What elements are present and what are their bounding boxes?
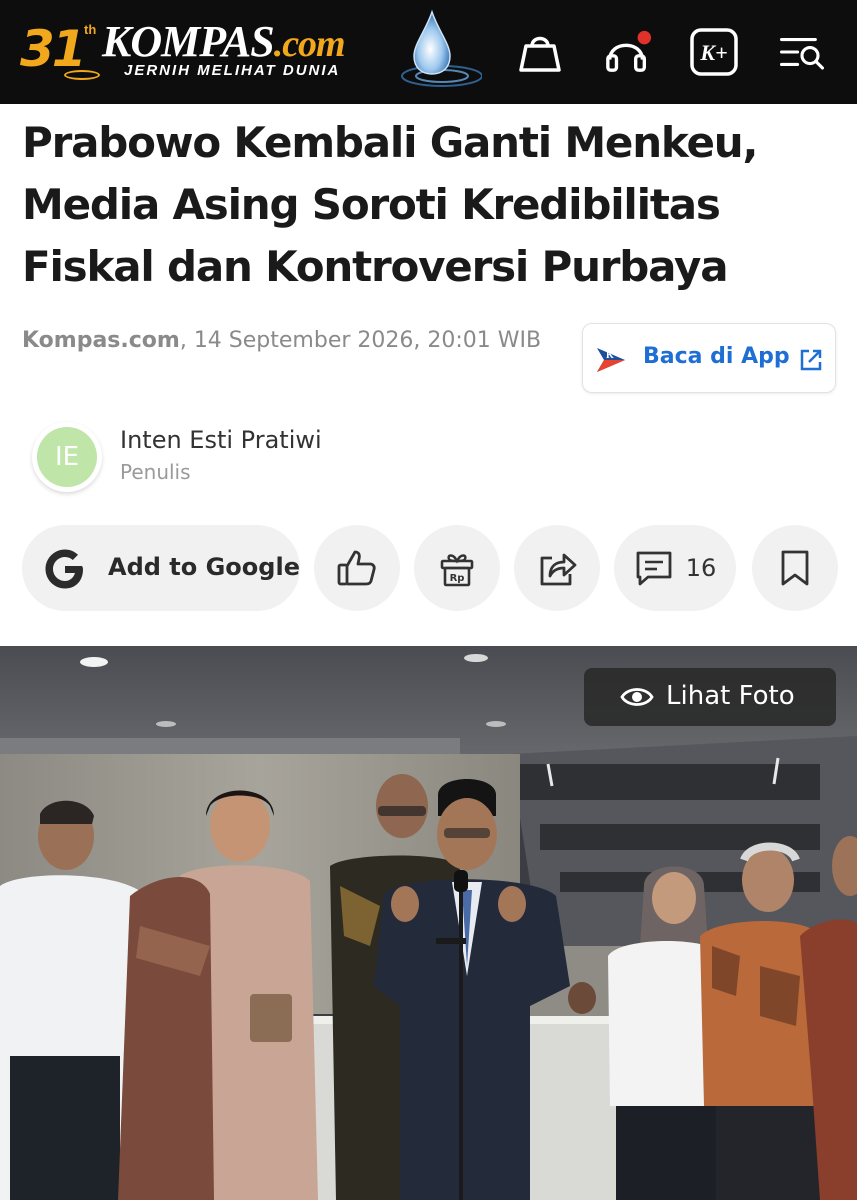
menu-search-button[interactable] — [778, 28, 826, 76]
external-link-icon — [800, 349, 822, 371]
eye-icon — [620, 688, 654, 706]
article-datetime: , 14 September 2026, 20:01 WIB — [179, 328, 542, 353]
brand-tagline: JERNIH MELIHAT DUNIA — [124, 62, 341, 79]
view-photo-button[interactable]: Lihat Foto — [584, 668, 836, 726]
kompas-plus-button[interactable]: K+ — [690, 28, 738, 76]
comment-count: 16 — [685, 554, 717, 582]
author-avatar[interactable]: IE — [32, 422, 102, 492]
article-photo[interactable] — [0, 646, 857, 1200]
headphones-icon — [606, 30, 652, 72]
article-meta: Kompas.com, 14 September 2026, 20:01 WIB — [22, 324, 552, 358]
svg-text:K: K — [606, 350, 614, 361]
google-icon — [45, 549, 83, 589]
brand-suffix: .com — [273, 23, 346, 65]
view-photo-label: Lihat Foto — [666, 681, 795, 711]
kompas-plus-icon: K+ — [690, 28, 738, 76]
bookmark-button[interactable] — [752, 525, 838, 611]
gift-rp-icon: Rp — [440, 554, 474, 587]
notification-dot — [637, 30, 652, 45]
author-name[interactable]: Inten Esti Pratiwi — [120, 426, 322, 454]
brand-name: KOMPAS.com — [102, 17, 346, 66]
anniversary-suffix: th — [84, 22, 97, 37]
menu-search-icon — [780, 38, 824, 70]
water-drop-icon — [401, 9, 482, 87]
kompas-app-logo-icon: K — [597, 348, 625, 372]
shopping-bag-icon — [519, 36, 561, 72]
gift-button[interactable]: Rp — [414, 525, 500, 611]
add-to-google-label: Add to Google — [108, 553, 300, 581]
author-initials: IE — [37, 427, 97, 487]
author-role: Penulis — [120, 460, 191, 484]
share-button[interactable] — [514, 525, 600, 611]
article-source[interactable]: Kompas.com — [22, 328, 180, 353]
svg-text:K+: K+ — [699, 40, 727, 65]
shop-button[interactable] — [516, 28, 564, 76]
like-button[interactable] — [314, 525, 400, 611]
comment-icon — [636, 551, 672, 586]
site-header: 31 th KOMPAS.com JERNIH MELIHAT DUNIA K+ — [0, 0, 857, 104]
bookmark-icon — [781, 550, 809, 586]
kompas-logo[interactable]: 31 th KOMPAS.com JERNIH MELIHAT DUNIA — [20, 8, 490, 98]
add-to-google-button[interactable]: Add to Google — [22, 525, 300, 611]
comments-button[interactable]: 16 — [614, 525, 736, 611]
anniversary-number: 31 — [20, 20, 87, 78]
audio-button[interactable] — [604, 28, 652, 76]
share-icon — [540, 553, 577, 586]
anniversary-ring — [64, 70, 100, 80]
brand-main: KOMPAS — [102, 17, 275, 66]
thumbs-up-icon — [337, 550, 376, 586]
read-in-app-button[interactable]: K Baca di App — [582, 323, 836, 393]
article-title: Prabowo Kembali Ganti Menkeu, Media Asin… — [22, 118, 758, 291]
read-in-app-label: Baca di App — [643, 344, 790, 369]
svg-text:Rp: Rp — [450, 573, 465, 584]
press-conference-photo — [0, 646, 857, 1200]
